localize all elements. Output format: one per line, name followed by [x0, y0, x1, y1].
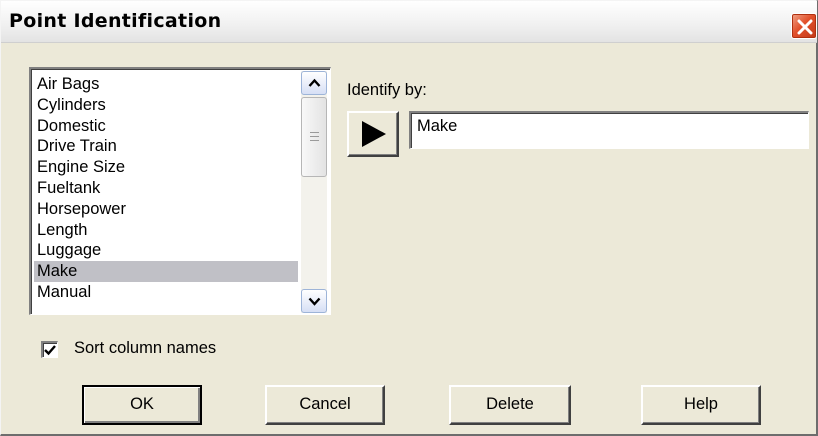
list-item[interactable]: Cylinders [34, 95, 298, 116]
grip-line [310, 136, 319, 137]
scroll-thumb[interactable] [301, 97, 327, 177]
list-item[interactable]: Length [34, 220, 298, 241]
play-arrow-icon [362, 121, 386, 147]
chevron-up-icon [308, 78, 321, 87]
identify-by-label: Identify by: [347, 81, 427, 99]
grip-line [310, 132, 319, 133]
help-button[interactable]: Help [641, 385, 761, 425]
list-item[interactable]: Luggage [34, 240, 298, 261]
dialog-title: Point Identification [9, 10, 222, 32]
ok-button[interactable]: OK [82, 385, 202, 425]
list-item[interactable]: Horsepower [34, 199, 298, 220]
scroll-down-button[interactable] [301, 289, 327, 313]
chevron-down-icon [308, 297, 321, 306]
vertical-scrollbar[interactable] [301, 71, 327, 313]
point-identification-dialog: Point Identification Air Bags Cylinders Do… [0, 0, 818, 436]
list-item[interactable]: Make [34, 261, 298, 282]
close-button[interactable] [791, 13, 817, 39]
grip-line [310, 140, 319, 141]
list-item[interactable]: Drive Train [34, 136, 298, 157]
checkmark-icon [44, 345, 56, 356]
column-list: Air Bags Cylinders Domestic Drive Train Engi… [34, 74, 298, 303]
add-to-identify-button[interactable] [347, 111, 399, 157]
sort-column-names-checkbox[interactable] [41, 341, 58, 358]
list-item[interactable]: Manual [34, 282, 298, 303]
list-item[interactable]: Air Bags [34, 74, 298, 95]
sort-column-names-label: Sort column names [74, 339, 217, 357]
list-item[interactable]: Engine Size [34, 157, 298, 178]
close-icon [797, 19, 813, 35]
title-bar: Point Identification [1, 1, 817, 43]
identify-by-field[interactable]: Make [409, 111, 809, 149]
list-item[interactable]: Fueltank [34, 178, 298, 199]
scroll-up-button[interactable] [301, 71, 327, 95]
column-listbox[interactable]: Air Bags Cylinders Domestic Drive Train Engi… [29, 67, 331, 315]
delete-button[interactable]: Delete [449, 385, 571, 425]
list-item[interactable]: Domestic [34, 116, 298, 137]
cancel-button[interactable]: Cancel [265, 385, 385, 425]
